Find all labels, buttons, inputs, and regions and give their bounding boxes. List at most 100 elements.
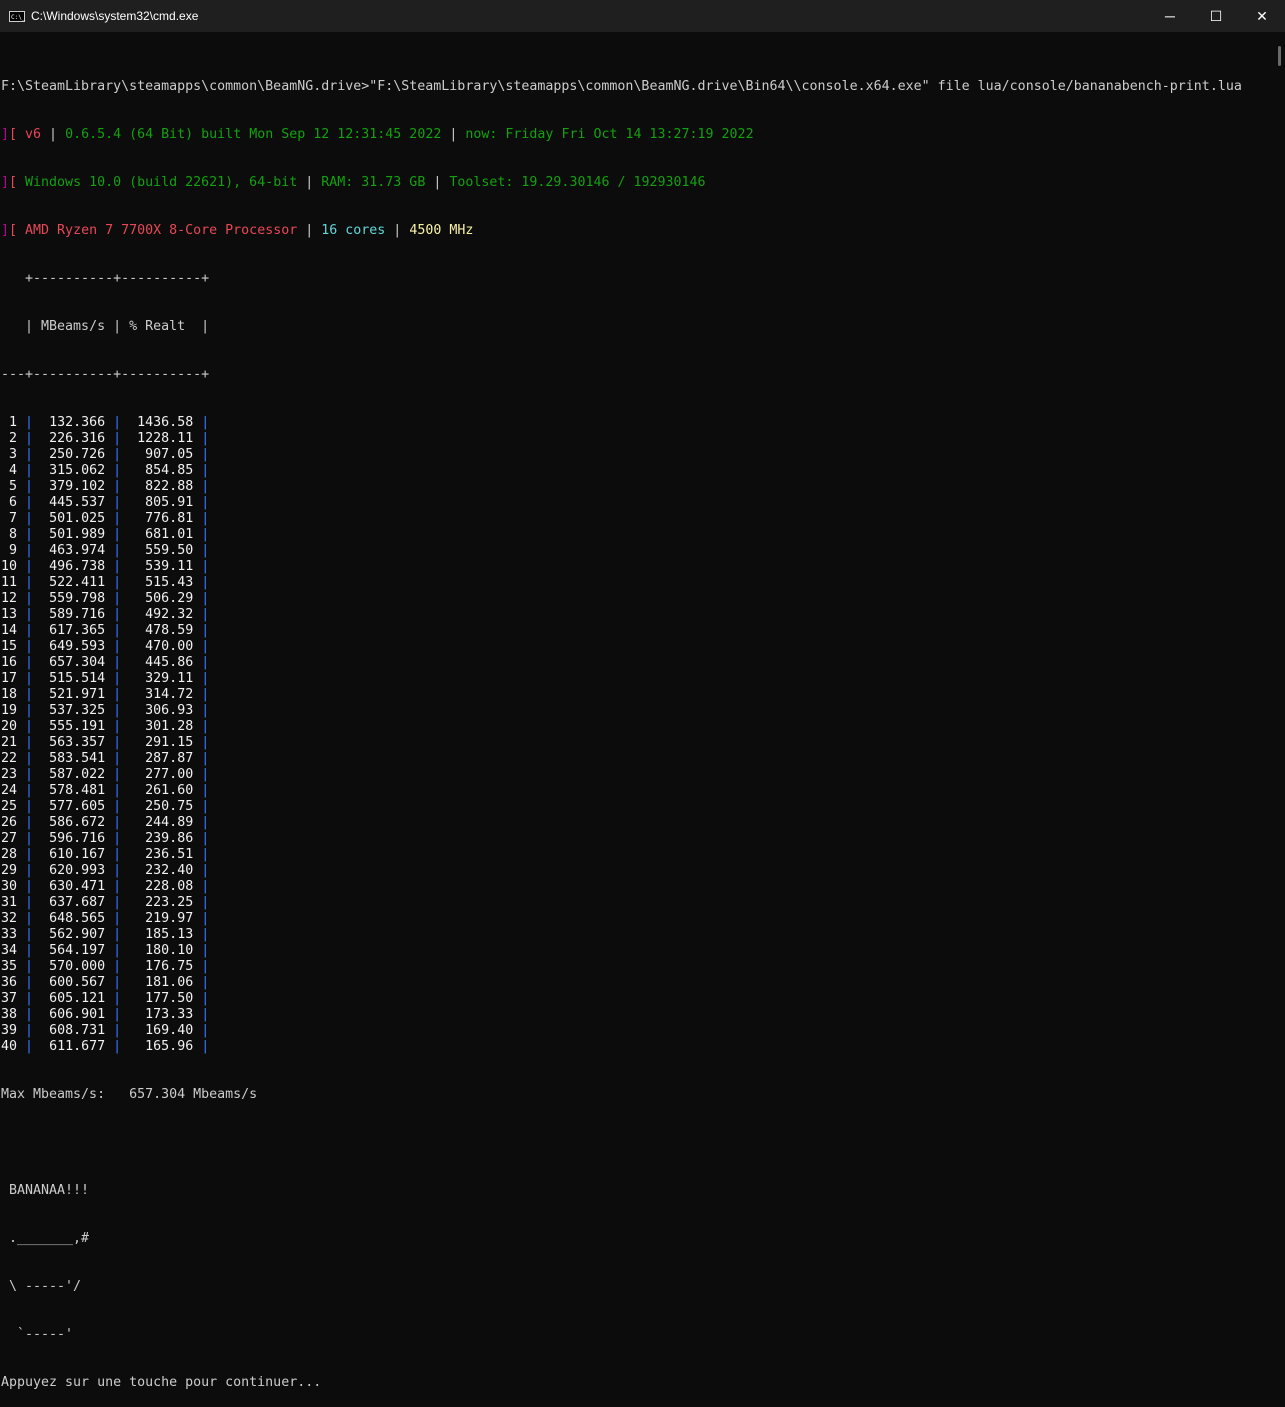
table-row: 9 | 463.974 | 559.50 | [1, 543, 1271, 559]
table-row: 23 | 587.022 | 277.00 | [1, 767, 1271, 783]
pipe: | [25, 607, 34, 622]
row-index: 3 [1, 447, 18, 462]
row-index: 19 [1, 703, 18, 718]
pipe: | [113, 1023, 122, 1038]
row-index: 4 [1, 463, 18, 478]
continue-prompt: Appuyez sur une touche pour continuer... [1, 1375, 322, 1390]
row-index: 20 [1, 719, 18, 734]
realtime-value: 470.00 [129, 639, 194, 654]
pipe: | [113, 527, 122, 542]
mbeams-value: 600.567 [41, 975, 106, 990]
pipe: | [201, 1007, 210, 1022]
mbeams-value: 583.541 [41, 751, 106, 766]
pipe: | [25, 591, 34, 606]
pipe: | [201, 815, 210, 830]
row-index: 28 [1, 847, 18, 862]
realtime-value: 223.25 [129, 895, 194, 910]
pipe: | [113, 927, 122, 942]
realtime-value: 236.51 [129, 847, 194, 862]
pipe: | [25, 671, 34, 686]
pipe: | [25, 703, 34, 718]
pipe: | [113, 831, 122, 846]
pipe: | [25, 687, 34, 702]
close-button[interactable]: ✕ [1239, 0, 1285, 32]
pipe: | [201, 655, 210, 670]
pipe: | [201, 431, 210, 446]
row-index: 34 [1, 943, 18, 958]
mbeams-value: 132.366 [41, 415, 106, 430]
pipe: | [201, 735, 210, 750]
pipe: | [25, 655, 34, 670]
realtime-value: 185.13 [129, 927, 194, 942]
table-row: 8 | 501.989 | 681.01 | [1, 527, 1271, 543]
realtime-value: 228.08 [129, 879, 194, 894]
realtime-value: 506.29 [129, 591, 194, 606]
pipe: | [25, 751, 34, 766]
mhz-info: 4500 MHz [409, 223, 474, 238]
pipe: | [25, 639, 34, 654]
pipe: | [113, 799, 122, 814]
mbeams-value: 587.022 [41, 767, 106, 782]
table-row: 27 | 596.716 | 239.86 | [1, 831, 1271, 847]
pipe: | [25, 783, 34, 798]
table-row: 14 | 617.365 | 478.59 | [1, 623, 1271, 639]
realtime-value: 822.88 [129, 479, 194, 494]
pipe: | [201, 703, 210, 718]
realtime-value: 515.43 [129, 575, 194, 590]
cmd-app-icon: C:\_ [9, 10, 25, 22]
pipe: | [25, 847, 34, 862]
table-row: 24 | 578.481 | 261.60 | [1, 783, 1271, 799]
pipe: | [113, 511, 122, 526]
terminal-output[interactable]: F:\SteamLibrary\steamapps\common\BeamNG.… [1, 47, 1271, 1407]
realtime-value: 239.86 [129, 831, 194, 846]
pipe: | [113, 463, 122, 478]
realtime-value: 1436.58 [129, 415, 194, 430]
mbeams-value: 522.411 [41, 575, 106, 590]
minimize-button[interactable]: ─ [1147, 0, 1193, 32]
mbeams-value: 617.365 [41, 623, 106, 638]
table-row: 39 | 608.731 | 169.40 | [1, 1023, 1271, 1039]
mbeams-value: 570.000 [41, 959, 106, 974]
row-index: 8 [1, 527, 18, 542]
realtime-value: 181.06 [129, 975, 194, 990]
table-row: 15 | 649.593 | 470.00 | [1, 639, 1271, 655]
mbeams-value: 521.971 [41, 687, 106, 702]
table-row: 13 | 589.716 | 492.32 | [1, 607, 1271, 623]
pipe: | [113, 991, 122, 1006]
scrollbar[interactable] [1278, 46, 1281, 66]
row-index: 26 [1, 815, 18, 830]
realtime-value: 180.10 [129, 943, 194, 958]
realtime-value: 907.05 [129, 447, 194, 462]
pipe: | [113, 623, 122, 638]
table-row: 12 | 559.798 | 506.29 | [1, 591, 1271, 607]
pipe: | [201, 847, 210, 862]
table-row: 11 | 522.411 | 515.43 | [1, 575, 1271, 591]
pipe: | [201, 879, 210, 894]
table-row: 1 | 132.366 | 1436.58 | [1, 415, 1271, 431]
pipe: | [113, 943, 122, 958]
pipe: | [113, 895, 122, 910]
pipe: | [113, 687, 122, 702]
pipe: | [25, 799, 34, 814]
table-row: 5 | 379.102 | 822.88 | [1, 479, 1271, 495]
pipe: | [113, 847, 122, 862]
realtime-value: 445.86 [129, 655, 194, 670]
header-realtime: % Realt [129, 319, 186, 334]
pipe: | [113, 479, 122, 494]
pipe: | [25, 431, 34, 446]
table-row: 25 | 577.605 | 250.75 | [1, 799, 1271, 815]
mbeams-value: 315.062 [41, 463, 106, 478]
mbeams-value: 563.357 [41, 735, 106, 750]
row-index: 7 [1, 511, 18, 526]
pipe: | [201, 511, 210, 526]
row-index: 31 [1, 895, 18, 910]
pipe: | [201, 895, 210, 910]
pipe: | [25, 415, 34, 430]
row-index: 17 [1, 671, 18, 686]
pipe: | [25, 575, 34, 590]
maximize-button[interactable]: ☐ [1193, 0, 1239, 32]
realtime-value: 301.28 [129, 719, 194, 734]
mbeams-value: 226.316 [41, 431, 106, 446]
os-info: Windows 10.0 (build 22621), 64-bit [25, 175, 298, 190]
pipe: | [201, 623, 210, 638]
